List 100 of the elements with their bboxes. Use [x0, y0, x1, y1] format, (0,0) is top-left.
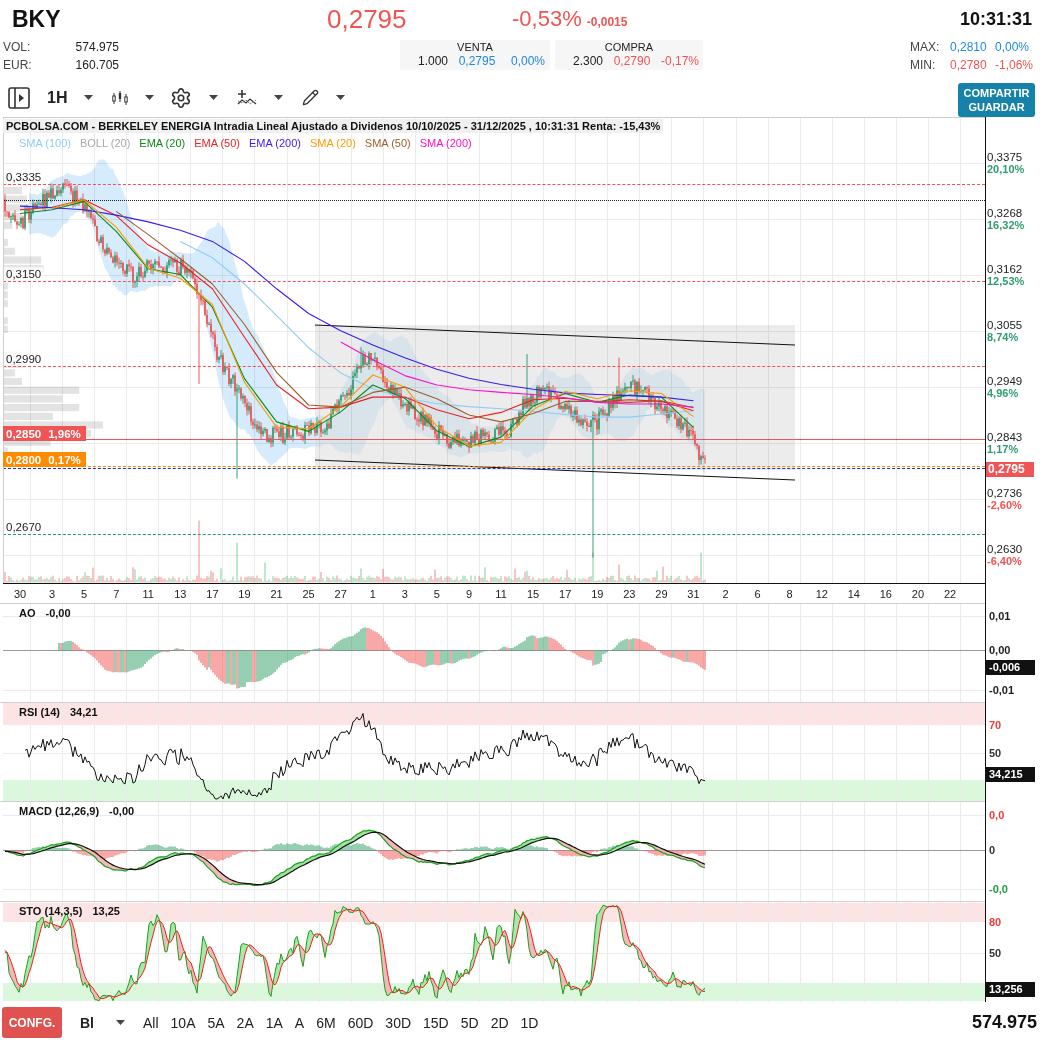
axis-label: 0	[989, 843, 996, 857]
axis-percent-label: -6,40%	[987, 555, 1023, 567]
quote-quantity: 2.300	[571, 54, 603, 69]
scale-dropdown[interactable]: Bl	[78, 1012, 127, 1033]
range-price: 0,2810	[950, 40, 988, 54]
last-price: 0,2795	[327, 3, 407, 35]
range-label: MIN:	[910, 58, 937, 72]
period-button[interactable]: 60D	[347, 1014, 374, 1031]
quote-title: VENTA	[457, 41, 493, 54]
date-label: 3	[401, 588, 408, 600]
period-button[interactable]: A	[294, 1014, 305, 1031]
indicator-value: -0,00	[109, 805, 135, 817]
price-level-label: 0,3335	[4, 170, 44, 184]
period-button[interactable]: 5D	[460, 1014, 479, 1031]
date-label: 9	[465, 588, 473, 600]
value-tag: 13,256	[986, 982, 1035, 997]
config-button[interactable]: CONFG.	[2, 1007, 62, 1038]
axis-label: 0,0	[989, 808, 1005, 822]
date-label: 17	[206, 588, 219, 600]
quote-title: COMPRA	[604, 41, 654, 54]
axis-percent-label: 16,32%	[987, 219, 1025, 231]
quote-change: 0,00%	[509, 54, 546, 69]
date-label: 23	[623, 588, 636, 600]
settings-icon	[170, 86, 193, 109]
pencil-icon	[302, 89, 320, 106]
date-label: 20	[911, 588, 925, 600]
period-button[interactable]: All	[143, 1014, 159, 1031]
stat-label: EUR:	[3, 58, 33, 72]
indicator-name: STO (14,3,5)	[19, 905, 83, 917]
date-label: 19	[591, 588, 604, 600]
indicator-value: -0,00	[45, 607, 71, 619]
period-button[interactable]: 10A	[170, 1014, 196, 1031]
axis-price-label: 0,2949	[987, 375, 1023, 387]
period-button[interactable]: 1D	[520, 1014, 539, 1031]
axis-price-label: 0,2843	[987, 431, 1023, 443]
legend-item: SMA (50)	[364, 137, 411, 149]
axis-label: 50	[989, 746, 1002, 760]
date-label: 21	[270, 588, 283, 600]
axis-percent-label: 4,96%	[987, 387, 1020, 399]
axis-label: 70	[989, 718, 1002, 732]
legend-item: EMA (200)	[249, 137, 301, 149]
date-label: 5	[81, 588, 88, 600]
date-label: 12	[815, 588, 828, 600]
volume-total: 574.975	[971, 1012, 1037, 1033]
range-price: 0,2780	[950, 58, 988, 72]
quote-price: 0,2795	[457, 54, 497, 69]
date-label: 7	[113, 588, 120, 600]
candlestick-icon	[112, 89, 129, 106]
date-label: 31	[687, 588, 700, 600]
legend-item: BOLL (20)	[79, 137, 131, 149]
date-label: 8	[786, 588, 793, 600]
period-button[interactable]: 1A	[265, 1014, 283, 1031]
axis-percent-label: 8,74%	[987, 331, 1020, 343]
legend-item: SMA (200)	[419, 137, 472, 149]
date-label: 27	[334, 588, 347, 600]
price-level-label: 0,2990	[4, 352, 44, 366]
date-label: 11	[142, 588, 154, 600]
price-level-label: 0,2670	[4, 520, 44, 534]
legend-item: EMA (50)	[194, 137, 241, 149]
value-tag: -0,006	[986, 660, 1035, 675]
date-label: 2	[722, 588, 729, 600]
stat-label: VOL:	[3, 40, 32, 54]
ticker-symbol: BKY	[12, 5, 61, 33]
price-level-label: 0,3150	[4, 267, 44, 281]
date-label: 3	[49, 588, 56, 600]
period-button[interactable]: 2A	[236, 1014, 254, 1031]
caret-icon	[116, 1020, 125, 1025]
date-label: 1	[369, 588, 376, 600]
period-button[interactable]: 5A	[207, 1014, 225, 1031]
indicator-name: MACD (12,26,9)	[19, 805, 100, 817]
axis-percent-label: -2,60%	[987, 499, 1023, 511]
date-label: 5	[433, 588, 440, 600]
change-percent: -0,53%	[512, 6, 582, 32]
tag-price: 0,2800	[6, 453, 42, 466]
caret-icon	[84, 95, 94, 100]
axis-price-label: 0,3375	[987, 151, 1024, 163]
axis-label: -0,0	[989, 882, 1008, 896]
quote-change: -0,17%	[661, 54, 701, 69]
period-button[interactable]: 15D	[423, 1014, 449, 1031]
period-button[interactable]: 6M	[316, 1014, 336, 1031]
period-button[interactable]: 2D	[490, 1014, 509, 1031]
date-label: 15	[527, 588, 540, 600]
current-price-tag: 0,2795	[986, 462, 1034, 477]
date-label: 25	[302, 588, 315, 600]
axis-price-label: 0,2630	[987, 543, 1023, 555]
range-change: -1,06%	[995, 58, 1032, 72]
range-label: MAX:	[910, 40, 941, 54]
period-button[interactable]: 30D	[385, 1014, 412, 1031]
volume-profile-bar	[3, 186, 22, 195]
quote-price: 0,2790	[612, 54, 652, 69]
indicator-value: 34,21	[69, 706, 98, 718]
axis-label: -0,01	[989, 683, 1015, 697]
axis-percent-label: 12,53%	[987, 275, 1025, 287]
clock-time: 10:31:31	[959, 8, 1032, 30]
interval-dropdown[interactable]: 1H	[39, 82, 102, 113]
date-label: 22	[943, 588, 957, 600]
date-label: 11	[495, 588, 507, 600]
indicator-icon	[237, 88, 258, 107]
share-save-button[interactable]: COMPARTIR GUARDAR	[958, 83, 1035, 117]
panel-toggle-icon	[8, 86, 30, 109]
